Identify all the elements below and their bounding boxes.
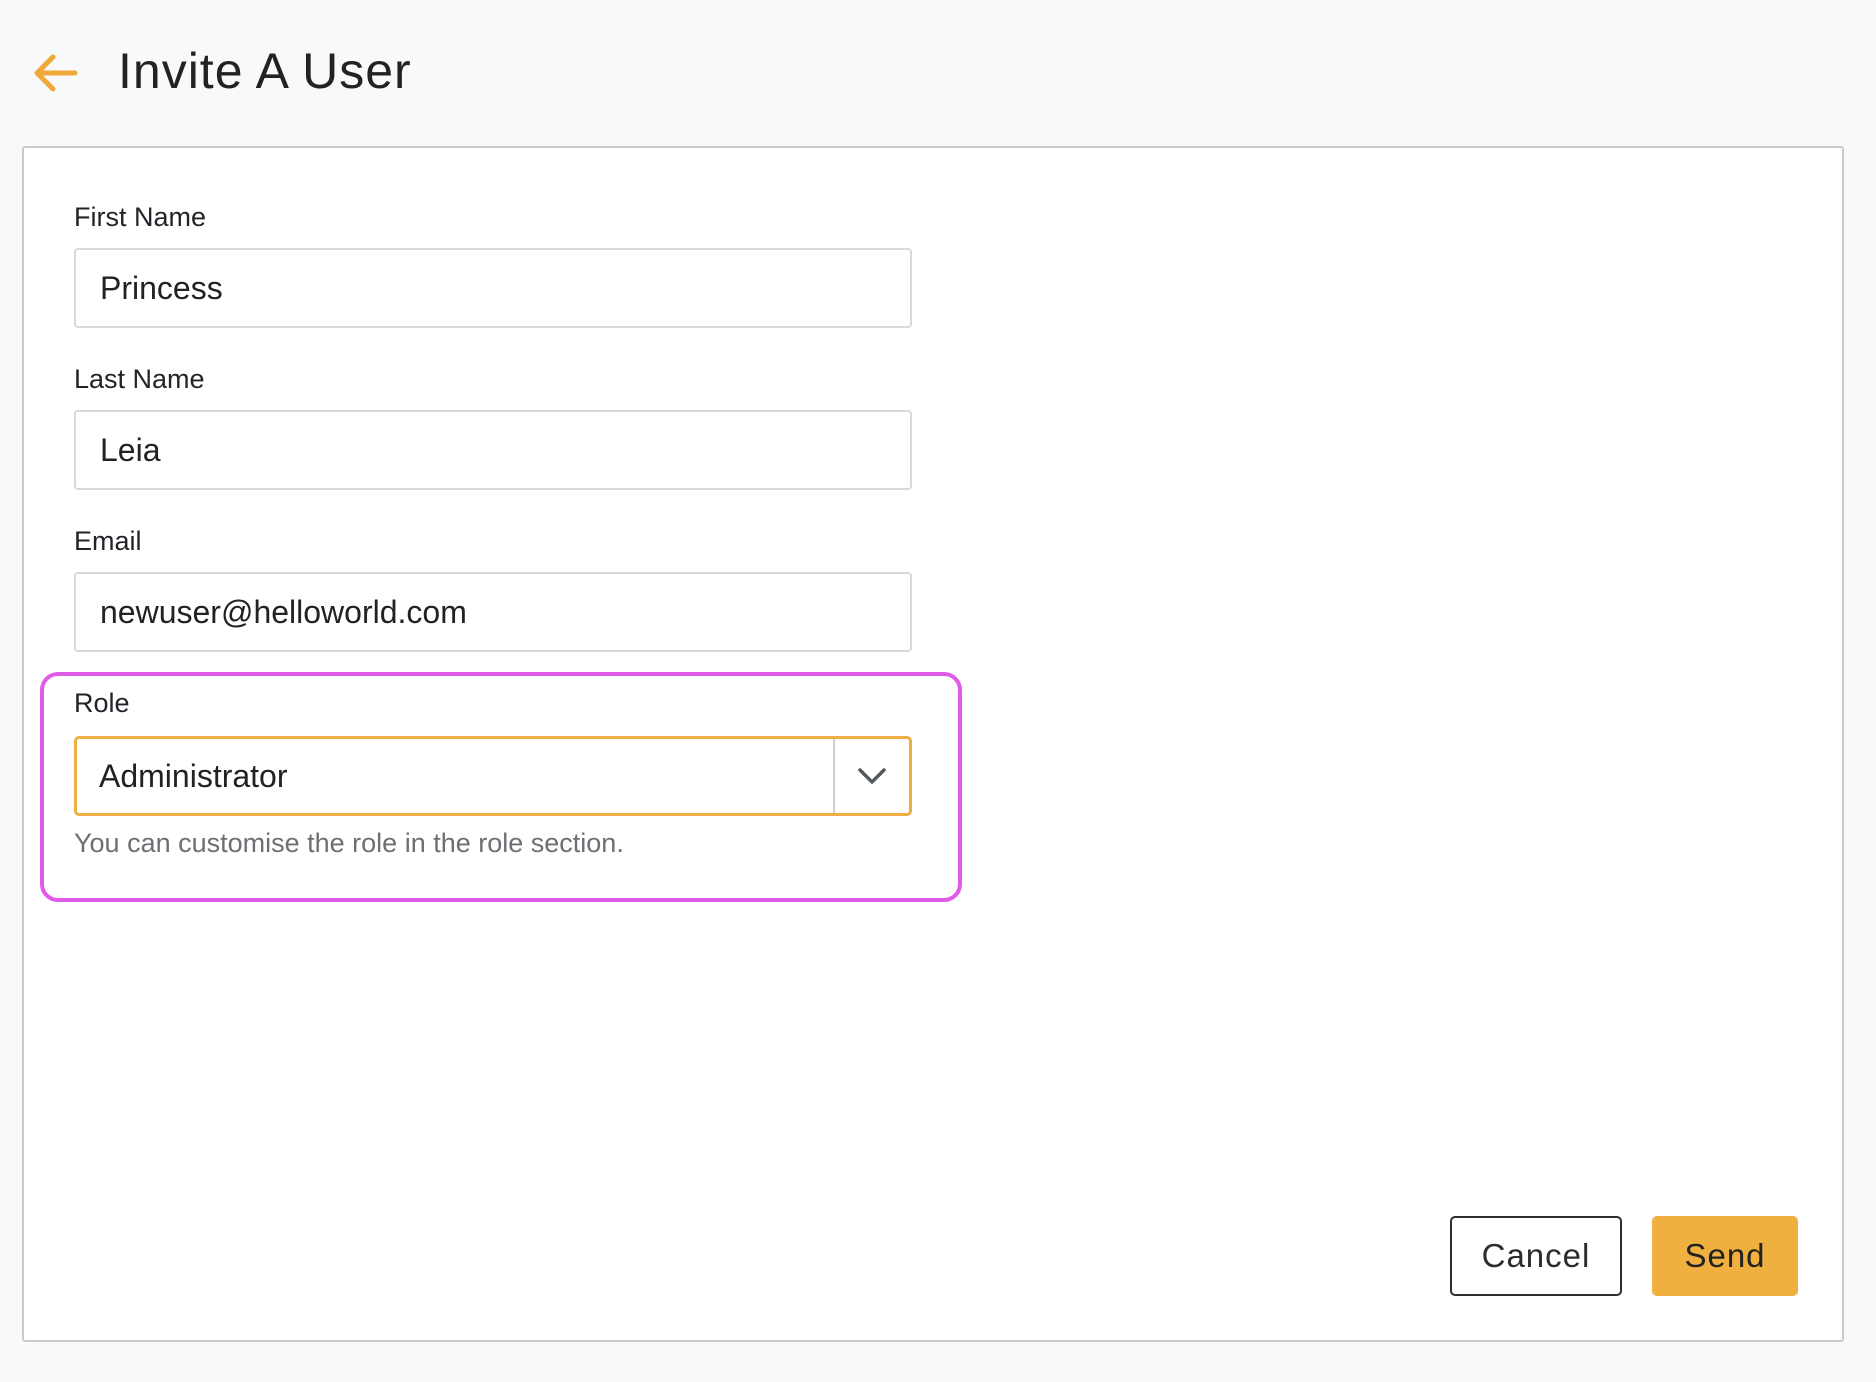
first-name-input[interactable] — [74, 248, 912, 328]
back-button[interactable] — [22, 40, 88, 106]
page-title: Invite A User — [118, 43, 412, 99]
first-name-label: First Name — [74, 202, 207, 232]
last-name-input[interactable] — [74, 410, 912, 490]
role-dropdown-toggle[interactable] — [835, 739, 909, 813]
last-name-label: Last Name — [74, 364, 205, 394]
role-help-text: You can customise the role in the role s… — [74, 828, 624, 858]
role-label: Role — [74, 688, 130, 718]
email-input[interactable] — [74, 572, 912, 652]
send-button[interactable]: Send — [1652, 1216, 1798, 1296]
role-select-value: Administrator — [99, 758, 288, 794]
chevron-down-icon — [858, 768, 886, 784]
invite-user-form: First Name Last Name Email Role Administ… — [22, 146, 1844, 1342]
arrow-left-icon — [34, 54, 78, 92]
email-label: Email — [74, 526, 142, 556]
cancel-button[interactable]: Cancel — [1450, 1216, 1622, 1296]
role-select[interactable]: Administrator — [74, 736, 912, 816]
page-header: Invite A User — [0, 0, 1876, 146]
